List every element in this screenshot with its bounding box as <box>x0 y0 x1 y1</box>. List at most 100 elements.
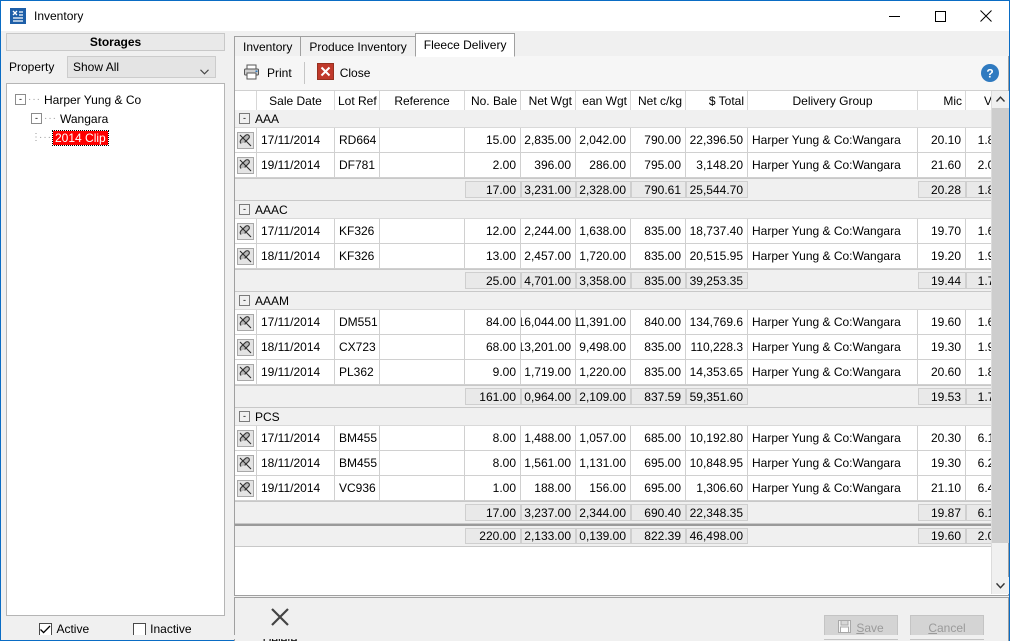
grid-col-header-icon[interactable] <box>235 91 257 110</box>
grid-col-header-delivery_group[interactable]: Delivery Group <box>748 91 918 110</box>
cell-lot_ref[interactable]: PL362 <box>335 360 380 385</box>
grid-col-header-mean_wgt[interactable]: ean Wgt <box>576 91 631 110</box>
cell-mean_wgt[interactable]: 1,638.00 <box>576 219 631 244</box>
cell-no_bale[interactable]: 84.00 <box>465 310 521 335</box>
cell-sale_date[interactable]: 18/11/2014 <box>257 451 335 476</box>
cell-lot_ref[interactable]: BM455 <box>335 451 380 476</box>
cell-net_ckg[interactable]: 695.00 <box>631 476 686 501</box>
cell-net_ckg[interactable]: 835.00 <box>631 244 686 269</box>
cell-reference[interactable] <box>380 476 465 501</box>
grid-col-header-total[interactable]: $ Total <box>686 91 748 110</box>
cell-net_ckg[interactable]: 835.00 <box>631 335 686 360</box>
cell-mean_wgt[interactable]: 1,220.00 <box>576 360 631 385</box>
cell-no_bale[interactable]: 8.00 <box>465 426 521 451</box>
table-row[interactable]: 18/11/2014 KF326 13.00 2,457.00 1,720.00 835.… <box>235 244 1008 269</box>
scroll-up-icon[interactable] <box>992 91 1009 108</box>
row-note-cell[interactable] <box>235 219 257 244</box>
table-row[interactable]: 19/11/2014 PL362 9.00 1,719.00 1,220.00 835.0… <box>235 360 1008 385</box>
cell-delivery_group[interactable]: Harper Yung & Co:Wangara <box>748 219 918 244</box>
tab-inventory[interactable]: Inventory <box>234 36 302 57</box>
print-button[interactable]: Print <box>235 58 300 88</box>
cell-sale_date[interactable]: 17/11/2014 <box>257 219 335 244</box>
cell-delivery_group[interactable]: Harper Yung & Co:Wangara <box>748 153 918 178</box>
cell-sale_date[interactable]: 19/11/2014 <box>257 476 335 501</box>
cell-net_wgt[interactable]: 1,488.00 <box>521 426 576 451</box>
row-note-cell[interactable] <box>235 476 257 501</box>
cell-net_wgt[interactable]: 13,201.00 <box>521 335 576 360</box>
grid-col-header-mic[interactable]: Mic <box>918 91 966 110</box>
row-note-cell[interactable] <box>235 360 257 385</box>
group-collapse-icon[interactable]: - <box>239 113 250 124</box>
cell-delivery_group[interactable]: Harper Yung & Co:Wangara <box>748 451 918 476</box>
inactive-checkbox[interactable]: Inactive <box>133 622 192 636</box>
active-checkbox[interactable]: Active <box>39 622 89 636</box>
cell-mic[interactable]: 19.60 <box>918 310 966 335</box>
cell-net_ckg[interactable]: 835.00 <box>631 219 686 244</box>
cell-net_wgt[interactable]: 188.00 <box>521 476 576 501</box>
group-collapse-icon[interactable]: - <box>239 204 250 215</box>
cell-mean_wgt[interactable]: 2,042.00 <box>576 128 631 153</box>
cell-net_ckg[interactable]: 795.00 <box>631 153 686 178</box>
note-attach-icon[interactable] <box>237 363 254 381</box>
grid-col-header-no_bale[interactable]: No. Bale <box>465 91 521 110</box>
cell-no_bale[interactable]: 1.00 <box>465 476 521 501</box>
cell-lot_ref[interactable]: KF326 <box>335 219 380 244</box>
cell-total[interactable]: 20,515.95 <box>686 244 748 269</box>
cell-net_ckg[interactable]: 835.00 <box>631 360 686 385</box>
cell-reference[interactable] <box>380 310 465 335</box>
grid-group-header[interactable]: - PCS <box>235 408 1008 426</box>
cell-mic[interactable]: 20.60 <box>918 360 966 385</box>
cell-no_bale[interactable]: 2.00 <box>465 153 521 178</box>
cell-net_ckg[interactable]: 840.00 <box>631 310 686 335</box>
cell-lot_ref[interactable]: VC936 <box>335 476 380 501</box>
note-attach-icon[interactable] <box>237 454 254 472</box>
cell-total[interactable]: 18,737.40 <box>686 219 748 244</box>
tree-item-clip[interactable]: ⋮ ···· 2014 Clip <box>7 128 224 147</box>
tree-item-location[interactable]: - ··· Wangara <box>7 109 224 128</box>
table-row[interactable]: 19/11/2014 VC936 1.00 188.00 156.00 695.00 1,3… <box>235 476 1008 501</box>
cell-mic[interactable]: 19.20 <box>918 244 966 269</box>
cell-delivery_group[interactable]: Harper Yung & Co:Wangara <box>748 476 918 501</box>
cell-mic[interactable]: 21.60 <box>918 153 966 178</box>
grid-group-header[interactable]: - AAA <box>235 110 1008 128</box>
cell-reference[interactable] <box>380 426 465 451</box>
cell-no_bale[interactable]: 15.00 <box>465 128 521 153</box>
note-attach-icon[interactable] <box>237 131 254 149</box>
note-attach-icon[interactable] <box>237 479 254 497</box>
cell-lot_ref[interactable]: DF781 <box>335 153 380 178</box>
note-attach-icon[interactable] <box>237 313 254 331</box>
cell-delivery_group[interactable]: Harper Yung & Co:Wangara <box>748 244 918 269</box>
grid-vertical-scrollbar[interactable] <box>991 91 1009 594</box>
grid-col-header-net_ckg[interactable]: Net c/kg <box>631 91 686 110</box>
cell-sale_date[interactable]: 19/11/2014 <box>257 360 335 385</box>
table-row[interactable]: 18/11/2014 BM455 8.00 1,561.00 1,131.00 695.0… <box>235 451 1008 476</box>
cell-total[interactable]: 110,228.3 <box>686 335 748 360</box>
tree-expander-icon[interactable]: - <box>31 113 42 124</box>
cell-sale_date[interactable]: 17/11/2014 <box>257 310 335 335</box>
cell-delivery_group[interactable]: Harper Yung & Co:Wangara <box>748 310 918 335</box>
table-row[interactable]: 17/11/2014 RD664 15.00 2,835.00 2,042.00 790.… <box>235 128 1008 153</box>
cell-net_wgt[interactable]: 1,561.00 <box>521 451 576 476</box>
cell-net_wgt[interactable]: 2,835.00 <box>521 128 576 153</box>
cell-net_wgt[interactable]: 16,044.00 <box>521 310 576 335</box>
note-attach-icon[interactable] <box>237 429 254 447</box>
scrollbar-thumb[interactable] <box>992 108 1009 543</box>
fleece-delivery-grid[interactable]: Sale Date Lot Ref Reference No. Bale Net Wgt… <box>235 91 1008 594</box>
grid-col-header-lot_ref[interactable]: Lot Ref <box>335 91 380 110</box>
tree-expander-icon[interactable]: - <box>15 94 26 105</box>
tab-produce-inventory[interactable]: Produce Inventory <box>300 36 416 57</box>
table-row[interactable]: 17/11/2014 DM551 84.00 16,044.00 11,391.00 84… <box>235 310 1008 335</box>
cell-lot_ref[interactable]: BM455 <box>335 426 380 451</box>
close-icon[interactable] <box>963 1 1009 31</box>
minimize-icon[interactable] <box>871 1 917 31</box>
cell-delivery_group[interactable]: Harper Yung & Co:Wangara <box>748 335 918 360</box>
row-note-cell[interactable] <box>235 310 257 335</box>
row-note-cell[interactable] <box>235 451 257 476</box>
table-row[interactable]: 19/11/2014 DF781 2.00 396.00 286.00 795.00 3,1… <box>235 153 1008 178</box>
cell-mean_wgt[interactable]: 1,057.00 <box>576 426 631 451</box>
cell-net_wgt[interactable]: 1,719.00 <box>521 360 576 385</box>
cell-total[interactable]: 22,396.50 <box>686 128 748 153</box>
note-attach-icon[interactable] <box>237 156 254 174</box>
cell-mic[interactable]: 19.70 <box>918 219 966 244</box>
grid-group-header[interactable]: - AAAC <box>235 201 1008 219</box>
